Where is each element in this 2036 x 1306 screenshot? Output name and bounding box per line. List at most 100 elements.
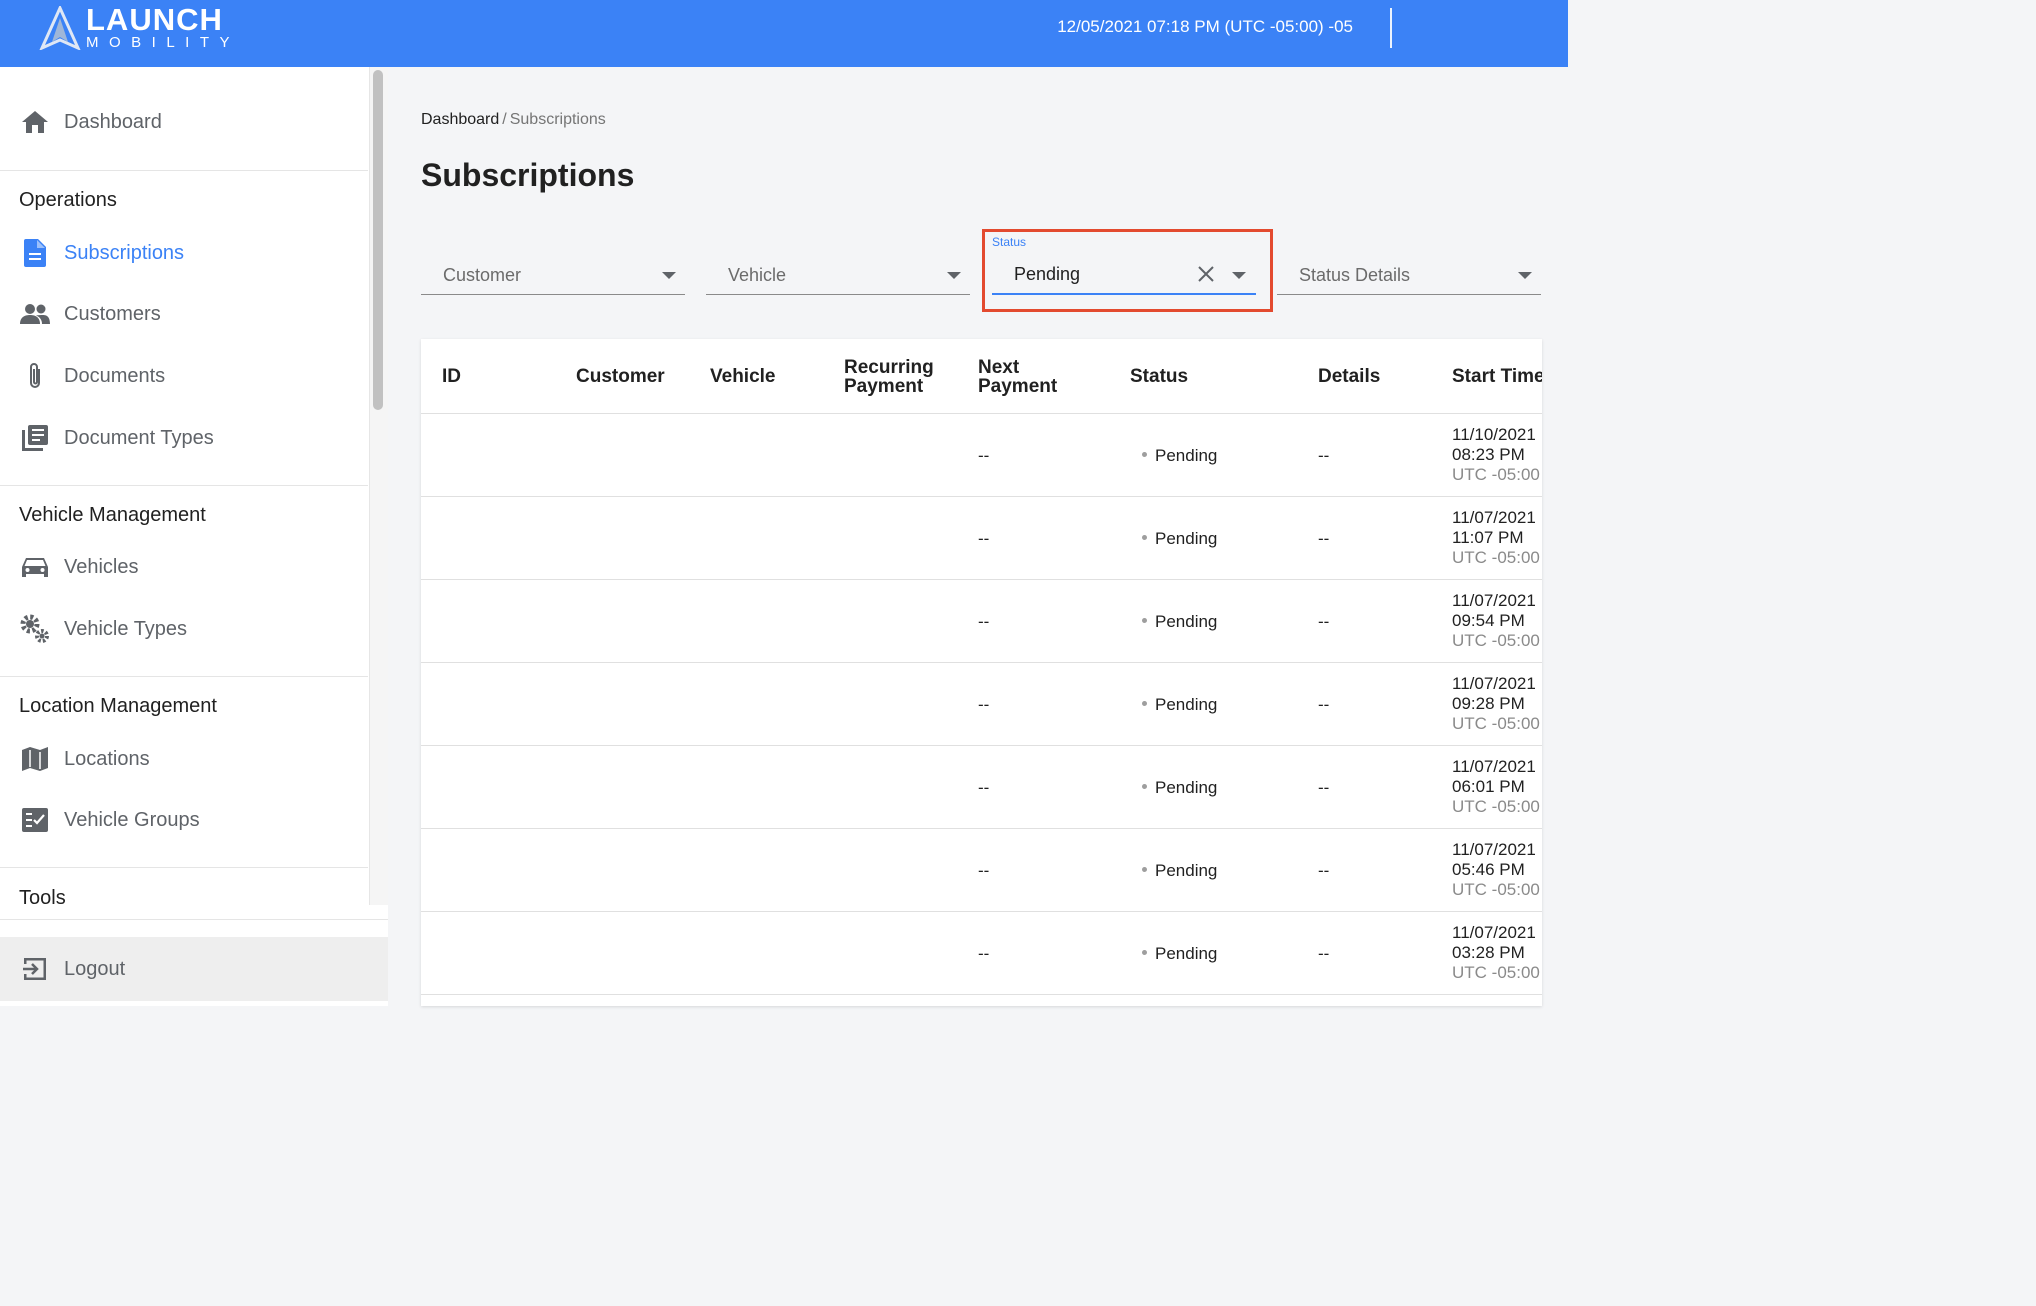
start-date: 11/07/2021 <box>1452 840 1536 859</box>
breadcrumb-current: Subscriptions <box>509 111 606 128</box>
section-title-location-management: Location Management <box>19 695 217 717</box>
start-timezone: UTC -05:00 <box>1452 797 1540 816</box>
divider <box>0 170 368 171</box>
status-text: Pending <box>1155 695 1218 714</box>
status-details-filter-placeholder: Status Details <box>1299 265 1411 285</box>
section-title-operations: Operations <box>19 189 117 211</box>
vehicle-filter-placeholder: Vehicle <box>728 265 787 285</box>
logo-subtitle: MOBILITY <box>86 34 241 51</box>
divider <box>0 676 368 677</box>
sidebar: Dashboard Operations Subscriptions Custo… <box>0 67 388 1006</box>
checklist-icon <box>20 805 50 835</box>
status-text: Pending <box>1155 944 1218 963</box>
sidebar-item-label: Subscriptions <box>64 241 185 264</box>
table-row[interactable]: -- Pending -- 11/07/2021 03:28 PM UTC -0… <box>421 912 1542 995</box>
page-title: Subscriptions <box>421 157 635 193</box>
logo-wordmark: LAUNCH <box>86 2 223 37</box>
table-row[interactable]: -- Pending -- 11/07/2021 06:01 PM UTC -0… <box>421 746 1542 829</box>
column-header-next-payment[interactable]: Next Payment <box>978 358 1057 396</box>
start-timezone: UTC -05:00 <box>1452 465 1540 484</box>
launch-mobility-logo[interactable]: LAUNCH MOBILITY <box>38 4 248 52</box>
status-text: Pending <box>1155 778 1218 797</box>
breadcrumb-separator: / <box>502 111 507 128</box>
car-icon <box>20 552 50 582</box>
column-header-line: Recurring <box>844 357 934 378</box>
details-cell: -- <box>1318 861 1330 880</box>
column-header-id[interactable]: ID <box>442 367 461 386</box>
column-header-customer[interactable]: Customer <box>576 367 665 386</box>
logout-button[interactable]: Logout <box>0 937 388 1001</box>
divider <box>0 919 388 920</box>
start-time: 09:28 PM <box>1452 694 1525 713</box>
next-payment-cell: -- <box>978 446 990 465</box>
sidebar-item-label: Vehicle Groups <box>64 808 200 831</box>
header-divider <box>1390 8 1392 48</box>
table-row[interactable]: -- Pending -- 11/07/2021 05:46 PM UTC -0… <box>421 829 1542 912</box>
sidebar-item-locations[interactable]: Locations <box>0 731 368 787</box>
column-header-line: Payment <box>978 376 1058 397</box>
start-timezone: UTC -05:00 <box>1452 714 1540 733</box>
next-payment-cell: -- <box>978 612 990 631</box>
logout-area: Logout <box>0 919 388 1006</box>
status-dot <box>1142 701 1147 707</box>
details-cell: -- <box>1318 529 1330 548</box>
table-row[interactable]: -- Pending -- 11/07/2021 09:54 PM UTC -0… <box>421 580 1542 663</box>
details-cell: -- <box>1318 612 1330 631</box>
table-row[interactable]: -- Pending -- 11/07/2021 11:07 PM UTC -0… <box>421 497 1542 580</box>
sidebar-scrollbar-thumb[interactable] <box>373 70 383 410</box>
sidebar-item-label: Dashboard <box>64 110 162 133</box>
column-header-vehicle[interactable]: Vehicle <box>710 367 776 386</box>
sidebar-item-vehicles[interactable]: Vehicles <box>0 539 368 595</box>
table-header: ID Customer Vehicle Recurring Payment Ne… <box>421 339 1542 414</box>
divider <box>0 485 368 486</box>
next-payment-cell: -- <box>978 861 990 880</box>
subscriptions-table: ID Customer Vehicle Recurring Payment Ne… <box>421 339 1542 1006</box>
chevron-down-icon[interactable] <box>947 272 961 279</box>
start-time: 03:28 PM <box>1452 943 1525 962</box>
column-header-status[interactable]: Status <box>1130 367 1188 386</box>
status-cell: Pending <box>1142 861 1217 881</box>
chevron-down-icon[interactable] <box>662 272 676 279</box>
start-date: 11/07/2021 <box>1452 923 1536 942</box>
status-cell: Pending <box>1142 778 1217 798</box>
sidebar-item-label: Documents <box>64 364 166 387</box>
sidebar-item-customers[interactable]: Customers <box>0 286 368 342</box>
sidebar-item-label: Document Types <box>64 426 214 449</box>
sidebar-item-documents[interactable]: Documents <box>0 348 368 404</box>
status-filter-value: Pending <box>1014 264 1081 284</box>
sidebar-item-dashboard[interactable]: Dashboard <box>0 94 368 150</box>
table-row[interactable]: -- Pending -- 11/10/2021 08:23 PM UTC -0… <box>421 414 1542 497</box>
sidebar-nav[interactable]: Dashboard Operations Subscriptions Custo… <box>0 67 368 905</box>
logout-label: Logout <box>64 957 126 980</box>
sidebar-item-vehicle-groups[interactable]: Vehicle Groups <box>0 792 368 848</box>
status-cell: Pending <box>1142 446 1217 466</box>
chevron-down-icon[interactable] <box>1518 272 1532 279</box>
status-filter-select[interactable]: Status Pending <box>992 233 1256 295</box>
logout-icon <box>20 954 50 984</box>
status-cell: Pending <box>1142 529 1217 549</box>
paperclip-icon <box>20 361 50 391</box>
status-filter-label: Status <box>992 235 1027 249</box>
status-dot <box>1142 618 1147 624</box>
status-details-filter-select[interactable]: Status Details <box>1277 253 1541 295</box>
customer-filter-placeholder: Customer <box>443 265 522 285</box>
details-cell: -- <box>1318 695 1330 714</box>
column-header-start-time[interactable]: Start Time <box>1452 367 1542 386</box>
status-text: Pending <box>1155 612 1218 631</box>
sidebar-item-vehicle-types[interactable]: Vehicle Types <box>0 601 368 657</box>
customer-filter-select[interactable]: Customer <box>421 253 685 295</box>
chevron-down-icon[interactable] <box>1232 272 1246 279</box>
home-icon <box>20 107 50 137</box>
table-row[interactable]: -- Pending -- 11/07/2021 09:28 PM UTC -0… <box>421 663 1542 746</box>
column-header-recurring-payment[interactable]: Recurring Payment <box>844 358 934 396</box>
sidebar-item-document-types[interactable]: Document Types <box>0 410 368 466</box>
breadcrumb-link-dashboard[interactable]: Dashboard <box>421 111 499 128</box>
vehicle-filter-select[interactable]: Vehicle <box>706 253 970 295</box>
column-header-details[interactable]: Details <box>1318 367 1380 386</box>
next-payment-cell: -- <box>978 695 990 714</box>
status-cell: Pending <box>1142 612 1217 632</box>
clear-icon[interactable] <box>1196 264 1216 284</box>
sidebar-item-subscriptions[interactable]: Subscriptions <box>0 225 368 281</box>
sidebar-item-label: Locations <box>64 747 150 770</box>
map-icon <box>20 744 50 774</box>
